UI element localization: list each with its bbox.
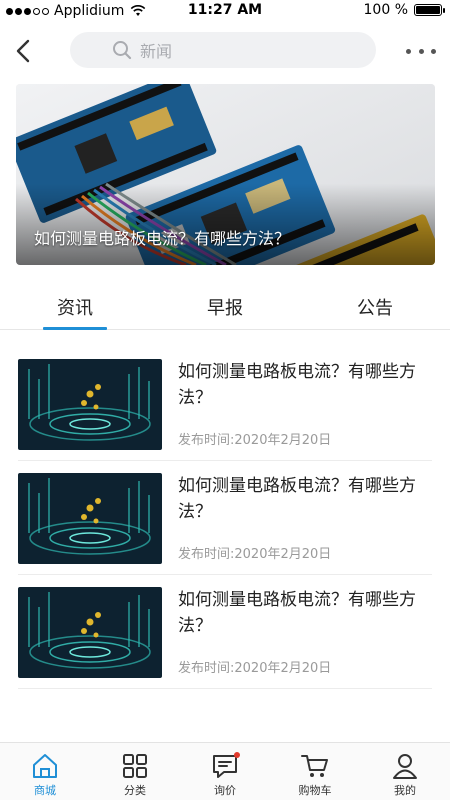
grid-icon xyxy=(123,754,147,778)
more-options-icon[interactable] xyxy=(406,36,436,66)
news-date: 发布时间:2020年2月20日 xyxy=(178,661,332,676)
nav-label: 询价 xyxy=(214,784,236,797)
nav-item-inquiry[interactable]: 询价 xyxy=(180,743,270,800)
search-placeholder: 新闻 xyxy=(140,42,173,61)
status-bar: Applidium 11:27 AM 100 % xyxy=(0,0,450,22)
back-arrow-icon[interactable] xyxy=(10,36,40,66)
tab-news[interactable]: 资讯 xyxy=(0,286,150,329)
tab-bar: 资讯 早报 公告 xyxy=(0,286,450,330)
notification-dot xyxy=(234,752,240,758)
news-title: 如何测量电路板电流？有哪些方法？ xyxy=(178,476,416,522)
news-item[interactable]: 如何测量电路板电流？有哪些方法？ 发布时间:2020年2月20日 xyxy=(18,347,432,461)
news-thumbnail xyxy=(18,473,162,564)
news-list: 如何测量电路板电流？有哪些方法？ 发布时间:2020年2月20日 如何测量电路板… xyxy=(0,347,450,689)
battery-percent: 100 % xyxy=(363,2,408,18)
nav-item-mall[interactable]: 商城 xyxy=(0,743,90,800)
status-right: 100 % xyxy=(363,2,445,18)
news-thumbnail xyxy=(18,359,162,450)
home-icon xyxy=(33,754,57,778)
news-title: 如何测量电路板电流？有哪些方法？ xyxy=(178,362,416,408)
news-title: 如何测量电路板电流？有哪些方法？ xyxy=(178,590,416,636)
nav-item-profile[interactable]: 我的 xyxy=(360,743,450,800)
battery-icon xyxy=(414,4,445,16)
nav-label: 分类 xyxy=(124,784,146,797)
news-date: 发布时间:2020年2月20日 xyxy=(178,547,332,562)
banner[interactable]: 如何测量电路板电流？有哪些方法？ xyxy=(16,84,435,265)
tab-announcements[interactable]: 公告 xyxy=(300,286,450,329)
nav-item-cart[interactable]: 购物车 xyxy=(270,743,360,800)
banner-caption: 如何测量电路板电流？有哪些方法？ xyxy=(34,229,291,248)
news-date: 发布时间:2020年2月20日 xyxy=(178,433,332,448)
news-item[interactable]: 如何测量电路板电流？有哪些方法？ 发布时间:2020年2月20日 xyxy=(18,461,432,575)
tab-morning-report[interactable]: 早报 xyxy=(150,286,300,329)
header: 新闻 xyxy=(0,30,450,72)
cart-icon xyxy=(301,755,328,777)
nav-label: 购物车 xyxy=(298,784,332,797)
user-icon xyxy=(393,754,417,779)
nav-item-category[interactable]: 分类 xyxy=(90,743,180,800)
nav-label: 我的 xyxy=(394,784,416,797)
search-input[interactable]: 新闻 xyxy=(70,32,376,68)
bottom-nav: 商城 分类 询价 购物车 我的 xyxy=(0,742,450,800)
search-icon xyxy=(113,41,132,60)
news-item[interactable]: 如何测量电路板电流？有哪些方法？ 发布时间:2020年2月20日 xyxy=(18,575,432,689)
nav-label: 商城 xyxy=(34,784,56,797)
news-thumbnail xyxy=(18,587,162,678)
